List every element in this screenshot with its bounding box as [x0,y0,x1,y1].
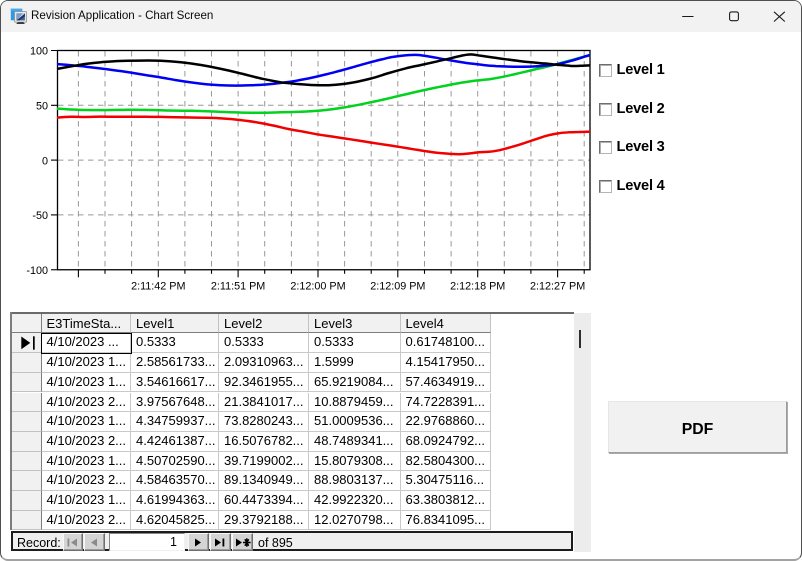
svg-text:2:11:42 PM: 2:11:42 PM [131,280,185,292]
svg-text:-50: -50 [32,210,48,222]
svg-text:2:12:09 PM: 2:12:09 PM [370,280,425,292]
svg-text:-100: -100 [26,265,48,277]
svg-text:2:12:18 PM: 2:12:18 PM [450,280,505,292]
svg-text:0: 0 [42,155,48,167]
svg-text:2:12:27 PM: 2:12:27 PM [530,280,585,292]
svg-text:50: 50 [36,101,48,113]
svg-text:100: 100 [30,46,48,58]
svg-text:2:11:51 PM: 2:11:51 PM [211,280,265,292]
svg-text:2:12:00 PM: 2:12:00 PM [290,280,345,292]
